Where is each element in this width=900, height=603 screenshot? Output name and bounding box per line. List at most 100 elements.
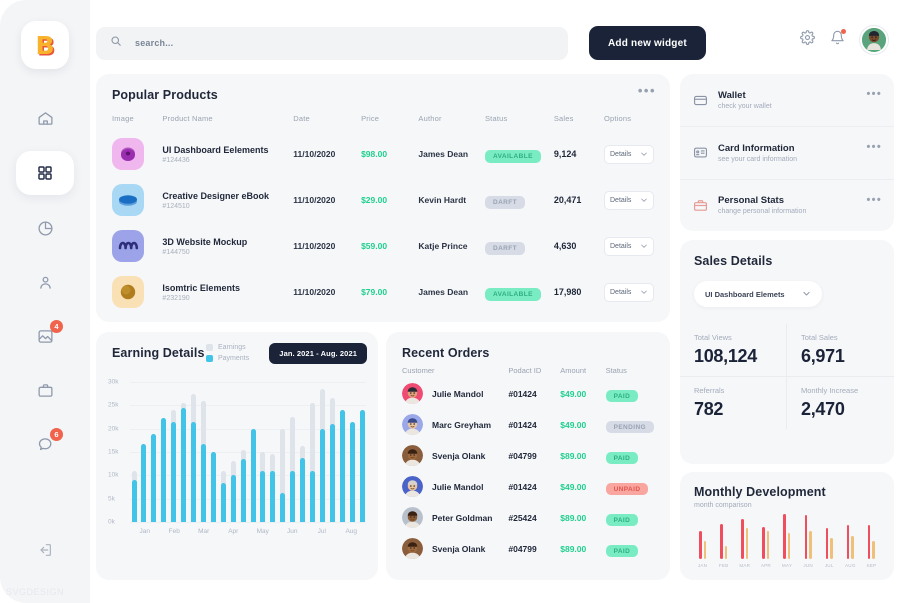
bar-group bbox=[861, 514, 882, 559]
order-product-id: #01424 bbox=[508, 388, 537, 399]
add-new-widget-button[interactable]: Add new widget bbox=[589, 26, 706, 60]
order-amount: $49.00 bbox=[560, 388, 587, 399]
bar-previous bbox=[745, 528, 749, 559]
product-id: #124510 bbox=[162, 203, 190, 211]
table-row[interactable]: Svenja Olank #04799 $89.00 PAID bbox=[402, 440, 654, 471]
x-tick-label: SEP bbox=[866, 563, 877, 568]
table-row[interactable]: Isomtric Elements #232190 11/10/2020 $79.00… bbox=[112, 269, 654, 315]
details-button[interactable]: Details bbox=[604, 190, 654, 210]
product-name: Isomtric Elements bbox=[162, 282, 240, 293]
table-row[interactable]: 3D Website Mockup #144750 11/10/2020 $59.00… bbox=[112, 223, 654, 269]
earning-details-date-range[interactable]: Jan. 2021 - Aug. 2021 bbox=[269, 343, 367, 364]
column-product-id: Podact ID bbox=[508, 366, 542, 375]
chevron-down-icon bbox=[641, 290, 647, 294]
popular-products-body: UI Dashboard Eelements #124436 11/10/2020 $… bbox=[112, 131, 654, 315]
stat-value: 108,124 bbox=[694, 346, 757, 366]
quick-link-card-information[interactable]: Card Information see your card informati… bbox=[680, 126, 894, 178]
product-date: 11/10/2020 bbox=[293, 287, 336, 297]
quick-link-personal-stats[interactable]: Personal Stats change personal informati… bbox=[680, 178, 894, 231]
quick-links-card: Wallet check your wallet ••• Card Inform… bbox=[680, 74, 894, 231]
table-row[interactable]: Peter Goldman #25424 $89.00 PAID bbox=[402, 502, 654, 533]
customer-cell: Peter Goldman bbox=[402, 502, 508, 533]
bar-payments bbox=[280, 493, 286, 522]
product-status-cell: AVAILABLE bbox=[484, 131, 554, 177]
table-row[interactable]: UI Dashboard Eelements #124436 11/10/2020 $… bbox=[112, 131, 654, 177]
sidebar-item-home[interactable] bbox=[16, 97, 74, 139]
x-tick-label: Mar bbox=[198, 528, 210, 535]
pie-chart-icon bbox=[37, 220, 54, 237]
status-badge: AVAILABLE bbox=[484, 288, 541, 301]
x-tick-label: Jul bbox=[317, 528, 326, 535]
status-badge: PAID bbox=[605, 513, 639, 526]
bar-group bbox=[199, 382, 207, 522]
sidebar-item-dashboard[interactable] bbox=[16, 151, 74, 195]
recent-orders-title: Recent Orders bbox=[402, 346, 490, 360]
user-icon bbox=[37, 274, 54, 291]
popular-products-menu-icon[interactable]: ••• bbox=[638, 84, 656, 97]
monthly-development-chart bbox=[692, 514, 882, 559]
bar-group bbox=[328, 382, 336, 522]
product-price: $59.00 bbox=[361, 241, 388, 251]
details-button-label: Details bbox=[610, 242, 632, 250]
sidebar: B 4 6 SVGDESIGN bbox=[0, 0, 90, 603]
sidebar-item-briefcase[interactable] bbox=[16, 369, 74, 411]
gear-icon[interactable] bbox=[800, 30, 815, 50]
recent-orders-body: Julie Mandol #01424 $49.00 PAID Marc Greyham… bbox=[402, 378, 654, 564]
bar-group bbox=[190, 382, 198, 522]
chevron-down-icon bbox=[802, 289, 811, 300]
search-input[interactable]: search... bbox=[96, 26, 568, 60]
column-amount: Amount bbox=[560, 366, 587, 375]
customer-cell: Svenja Olank bbox=[402, 533, 508, 564]
bar-current bbox=[804, 515, 808, 559]
sidebar-item-messages[interactable]: 6 bbox=[16, 423, 74, 465]
quick-link-menu-icon[interactable]: ••• bbox=[867, 194, 882, 206]
product-thumbnail-cell bbox=[112, 131, 162, 177]
bell-icon[interactable] bbox=[830, 29, 846, 50]
bar-group bbox=[229, 382, 237, 522]
product-id: #124436 bbox=[162, 157, 190, 165]
table-row[interactable]: Creative Designer eBook #124510 11/10/2020… bbox=[112, 177, 654, 223]
status-badge: AVAILABLE bbox=[484, 150, 541, 163]
product-name-cell: Isomtric Elements #232190 bbox=[162, 269, 293, 315]
sales-details-card: Sales Details UI Dashboard Elemets Total… bbox=[680, 240, 894, 464]
details-button-label: Details bbox=[610, 150, 632, 158]
bar-payments bbox=[349, 421, 355, 522]
product-thumbnail bbox=[112, 230, 144, 262]
brand-logo-letter: B bbox=[35, 30, 55, 60]
details-button[interactable]: Details bbox=[604, 282, 654, 302]
sidebar-item-media[interactable]: 4 bbox=[16, 315, 74, 357]
bar-group bbox=[734, 514, 755, 559]
monthly-development-card: Monthly Development month comparison JAN… bbox=[680, 472, 894, 580]
quick-link-menu-icon[interactable]: ••• bbox=[867, 142, 882, 153]
order-status-cell: PAID bbox=[605, 440, 654, 471]
table-row[interactable]: Julie Mandol #01424 $49.00 UNPAID bbox=[402, 471, 654, 502]
table-row[interactable]: Marc Greyham #01424 $49.00 PENDING bbox=[402, 409, 654, 440]
logout-button[interactable] bbox=[0, 542, 90, 563]
sales-details-select[interactable]: UI Dashboard Elemets bbox=[694, 281, 822, 307]
product-options-cell: Details bbox=[604, 131, 654, 177]
recent-orders-table: Customer Podact ID Amount Status Julie M… bbox=[402, 366, 654, 564]
sales-details-stats: Total Views 108,124 Total Sales 6,971 Re… bbox=[680, 324, 894, 429]
search-icon bbox=[110, 34, 122, 52]
table-row[interactable]: Svenja Olank #04799 $89.00 PAID bbox=[402, 533, 654, 564]
customer-cell: Julie Mandol bbox=[402, 471, 508, 502]
bar-previous bbox=[830, 537, 833, 559]
user-avatar[interactable] bbox=[860, 26, 888, 54]
sidebar-item-profile[interactable] bbox=[16, 261, 74, 303]
table-row[interactable]: Julie Mandol #01424 $49.00 PAID bbox=[402, 378, 654, 409]
brand-logo[interactable]: B bbox=[21, 21, 69, 69]
quick-link-menu-icon[interactable]: ••• bbox=[867, 89, 882, 100]
product-price: $79.00 bbox=[361, 287, 388, 297]
order-product-id: #04799 bbox=[508, 450, 537, 461]
details-button[interactable]: Details bbox=[604, 236, 654, 256]
y-tick-label: 25k bbox=[108, 401, 119, 409]
sidebar-item-analytics[interactable] bbox=[16, 207, 74, 249]
quick-link-wallet[interactable]: Wallet check your wallet ••• bbox=[680, 74, 894, 126]
status-badge: DARFT bbox=[484, 242, 526, 255]
bar-payments bbox=[141, 443, 147, 522]
bar-payments bbox=[210, 452, 216, 522]
details-button[interactable]: Details bbox=[604, 144, 654, 164]
bar-previous bbox=[851, 535, 854, 559]
legend-item-payments: Payments bbox=[206, 355, 249, 362]
bar-payments bbox=[161, 418, 167, 522]
